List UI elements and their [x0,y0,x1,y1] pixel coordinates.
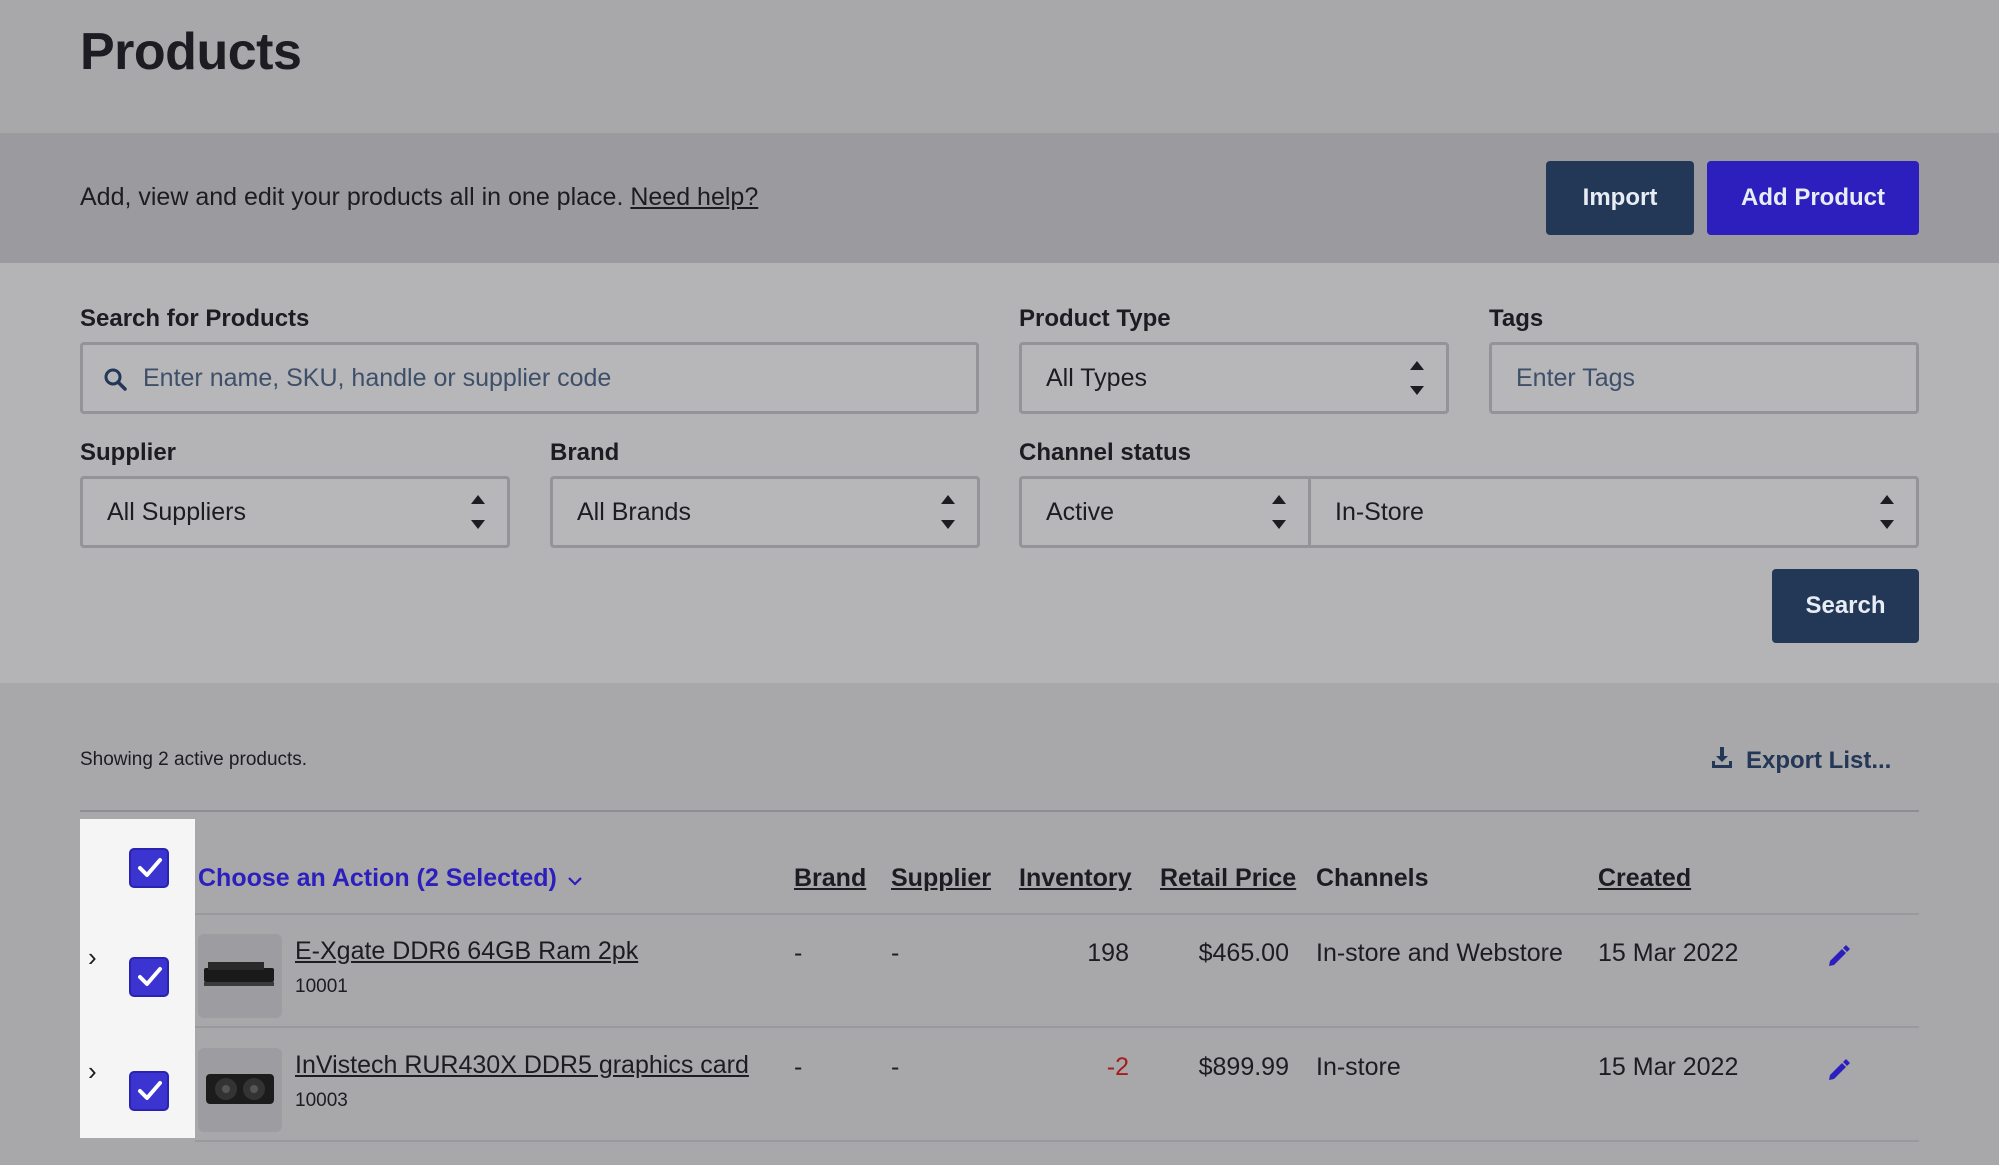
product-name-link[interactable]: E-Xgate DDR6 64GB Ram 2pk [295,937,638,966]
channels-cell: In-store [1316,1053,1401,1081]
created-cell: 15 Mar 2022 [1598,1053,1739,1081]
channel-status-select[interactable]: Active [1019,476,1311,548]
results-section: Showing 2 active products. Export List..… [0,683,1999,1165]
column-header-inventory[interactable]: Inventory [1019,864,1132,893]
product-thumbnail [198,1048,282,1132]
add-product-button[interactable]: Add Product [1707,161,1919,235]
chevron-up-down-icon [471,495,485,529]
brand-value: All Brands [577,497,691,526]
chevron-down-icon [568,864,582,893]
export-list-label: Export List... [1746,746,1892,774]
chevron-up-down-icon [1272,495,1286,529]
search-label: Search for Products [80,305,310,332]
brand-cell: - [794,1053,803,1081]
brand-cell: - [794,939,803,967]
retail-price-cell: $899.99 [1198,1053,1289,1081]
product-type-value: All Types [1046,363,1147,392]
chevron-up-down-icon [941,495,955,529]
banner-description: Add, view and edit your products all in … [80,183,624,211]
search-placeholder: Enter name, SKU, handle or supplier code [143,363,612,392]
column-header-brand[interactable]: Brand [794,864,866,893]
column-header-channels: Channels [1316,864,1429,892]
supplier-value: All Suppliers [107,497,246,526]
choose-action-dropdown[interactable]: Choose an Action (2 Selected) [198,864,582,893]
check-icon [138,1081,162,1100]
chevron-up-down-icon [1410,361,1424,395]
product-thumbnail [198,934,282,1018]
filter-panel: Search for Products Enter name, SKU, han… [0,263,1999,683]
product-type-select[interactable]: All Types [1019,342,1449,414]
info-banner: Add, view and edit your products all in … [0,133,1999,263]
check-icon [138,858,162,877]
product-sku: 10003 [295,1090,348,1111]
product-name-link[interactable]: InVistech RUR430X DDR5 graphics card [295,1051,749,1080]
product-sku: 10001 [295,976,348,997]
row-checkbox[interactable] [129,957,169,997]
channel-status-label: Channel status [1019,439,1192,466]
tags-label: Tags [1489,305,1544,332]
chevron-right-icon[interactable]: › [88,1056,97,1087]
inventory-cell: -2 [1106,1053,1129,1081]
column-header-retail-price[interactable]: Retail Price [1160,864,1296,893]
header-divider [195,913,1919,915]
row-checkbox[interactable] [129,1071,169,1111]
import-button[interactable]: Import [1546,161,1694,235]
results-summary: Showing 2 active products. [80,749,308,770]
column-header-supplier[interactable]: Supplier [891,864,991,893]
created-cell: 15 Mar 2022 [1598,939,1739,967]
brand-label: Brand [550,439,620,466]
product-type-label: Product Type [1019,305,1171,332]
channel-status-value: Active [1046,497,1115,526]
inventory-cell: 198 [1087,939,1129,967]
check-icon [138,967,162,986]
need-help-link[interactable]: Need help? [630,183,758,211]
tags-input[interactable]: Enter Tags [1489,342,1919,414]
tags-placeholder: Enter Tags [1516,363,1636,392]
supplier-cell: - [891,939,900,967]
row-divider [195,1026,1919,1028]
brand-select[interactable]: All Brands [550,476,980,548]
supplier-label: Supplier [80,439,177,466]
column-header-created[interactable]: Created [1598,864,1691,893]
supplier-cell: - [891,1053,900,1081]
pencil-icon[interactable] [1826,1058,1850,1087]
row-divider [195,1140,1919,1142]
export-list-button[interactable]: Export List... [1710,745,1891,776]
choose-action-label: Choose an Action (2 Selected) [198,864,557,892]
table-top-rule [80,810,1919,812]
supplier-select[interactable]: All Suppliers [80,476,510,548]
select-all-checkbox[interactable] [129,848,169,888]
search-icon [103,367,127,398]
channel-select[interactable]: In-Store [1308,476,1919,548]
channels-cell: In-store and Webstore [1316,939,1563,967]
chevron-right-icon[interactable]: › [88,942,97,973]
search-input[interactable]: Enter name, SKU, handle or supplier code [80,342,979,414]
page-title: Products [80,23,302,81]
chevron-up-down-icon [1880,495,1894,529]
search-button[interactable]: Search [1772,569,1919,643]
pencil-icon[interactable] [1826,944,1850,973]
channel-value: In-Store [1335,497,1424,526]
retail-price-cell: $465.00 [1198,939,1289,967]
download-icon [1710,745,1734,776]
banner-text: Add, view and edit your products all in … [80,183,758,212]
